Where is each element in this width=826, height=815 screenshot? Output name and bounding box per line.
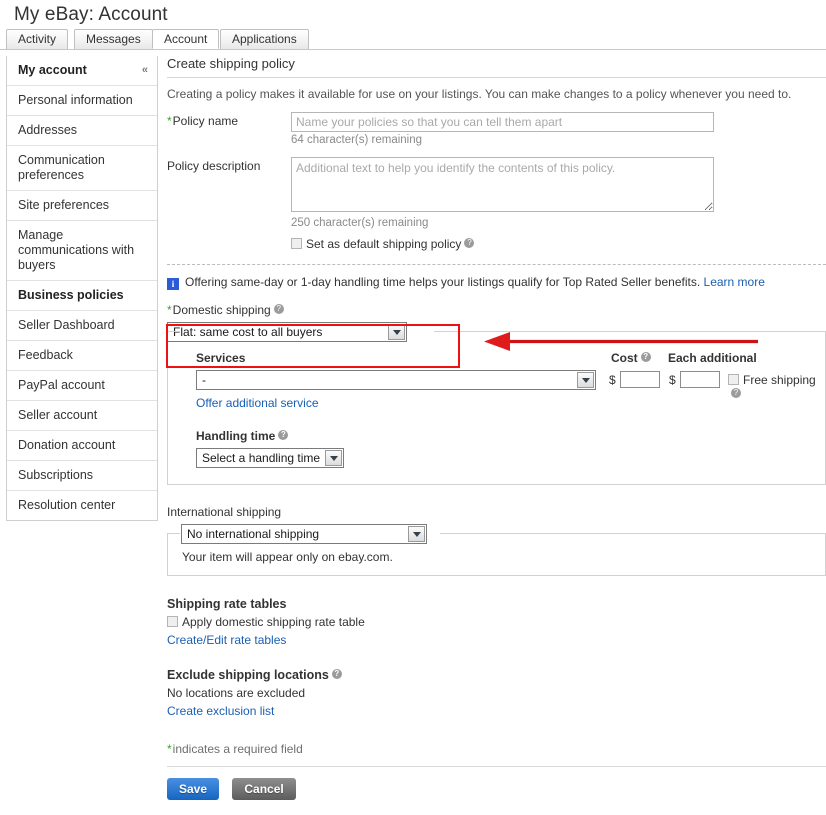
sidebar-item-feedback[interactable]: Feedback xyxy=(7,341,157,371)
main-content: Create shipping policy Creating a policy… xyxy=(167,56,826,800)
help-icon[interactable]: ? xyxy=(464,238,475,248)
intro-text: Creating a policy makes it available for… xyxy=(167,87,792,101)
set-default-shipping-policy-checkbox[interactable] xyxy=(291,238,302,249)
page-title: My eBay: Account xyxy=(14,4,168,25)
cancel-button[interactable]: Cancel xyxy=(232,778,296,800)
set-default-shipping-policy-label: Set as default shipping policy xyxy=(306,237,462,251)
international-note-panel: Your item will appear only on ebay.com. xyxy=(167,533,826,576)
tab-bar: Activity Messages Account Applications xyxy=(0,29,826,50)
each-additional-column-header: Each additional xyxy=(668,351,757,365)
service-selected-value: - xyxy=(202,373,206,387)
handling-time-selected-value: Select a handling time xyxy=(202,451,321,465)
international-shipping-label: International shipping xyxy=(167,505,282,519)
help-icon[interactable]: ? xyxy=(640,352,651,362)
apply-rate-table-row: Apply domestic shipping rate table xyxy=(167,615,826,629)
services-column-header: Services xyxy=(196,351,246,365)
free-shipping-label: Free shipping xyxy=(743,373,816,387)
sidebar-item-resolution-center[interactable]: Resolution center xyxy=(7,491,157,520)
tab-applications[interactable]: Applications xyxy=(220,29,309,49)
sidebar-item-paypal-account[interactable]: PayPal account xyxy=(7,371,157,401)
sidebar-item-subscriptions[interactable]: Subscriptions xyxy=(7,461,157,491)
domestic-shipping-label: *Domestic shipping? xyxy=(167,303,826,317)
policy-name-input[interactable] xyxy=(291,112,714,132)
policy-name-counter: 64 character(s) remaining xyxy=(291,134,423,146)
policy-description-row: Policy description 250 character(s) rema… xyxy=(167,157,826,251)
free-shipping-group: Free shipping? xyxy=(728,373,825,401)
sidebar-item-seller-dashboard[interactable]: Seller Dashboard xyxy=(7,311,157,341)
service-row: - $ $ Free shipping? xyxy=(182,370,825,398)
services-header-row: Services Cost? Each additional xyxy=(182,351,825,367)
default-policy-row: Set as default shipping policy? xyxy=(291,237,826,251)
sidebar-header: My account « xyxy=(7,56,157,86)
help-icon[interactable]: ? xyxy=(273,304,284,314)
service-select[interactable]: - xyxy=(196,370,596,390)
required-asterisk: * xyxy=(167,303,172,317)
free-shipping-checkbox[interactable] xyxy=(728,374,739,385)
help-icon[interactable]: ? xyxy=(278,430,289,440)
international-note: Your item will appear only on ebay.com. xyxy=(182,550,393,564)
sidebar-item-business-policies[interactable]: Business policies xyxy=(7,281,157,311)
sidebar-item-communication-preferences[interactable]: Communication preferences xyxy=(7,146,157,191)
policy-name-label-text: Policy name xyxy=(172,114,239,128)
required-asterisk: * xyxy=(167,742,172,756)
tab-messages[interactable]: Messages xyxy=(74,29,153,49)
required-asterisk: * xyxy=(167,114,172,128)
learn-more-link[interactable]: Learn more xyxy=(704,275,765,289)
domestic-shipping-label-text: Domestic shipping xyxy=(172,303,271,317)
domestic-services-panel: Services Cost? Each additional - $ $ Fre… xyxy=(167,331,826,485)
divider xyxy=(167,264,826,265)
each-additional-input[interactable] xyxy=(680,371,720,388)
sidebar-item-site-preferences[interactable]: Site preferences xyxy=(7,191,157,221)
info-banner-text: Offering same-day or 1-day handling time… xyxy=(185,275,701,289)
section-title: Create shipping policy xyxy=(167,56,826,78)
create-edit-rate-tables-link[interactable]: Create/Edit rate tables xyxy=(167,633,286,647)
shipping-rate-tables-heading: Shipping rate tables xyxy=(167,597,287,611)
cost-currency-symbol: $ xyxy=(609,373,616,387)
app-root: My eBay: Account Activity Messages Accou… xyxy=(0,0,826,815)
help-icon[interactable]: ? xyxy=(731,388,741,398)
collapse-chevrons-icon[interactable]: « xyxy=(142,64,148,76)
chevron-down-icon xyxy=(325,450,342,466)
each-additional-currency-symbol: $ xyxy=(669,373,676,387)
required-field-note: *indicates a required field xyxy=(167,742,826,756)
sidebar-title: My account xyxy=(18,63,87,77)
policy-description-textarea[interactable] xyxy=(291,157,714,212)
form-actions: Save Cancel xyxy=(167,766,826,800)
handling-time-select[interactable]: Select a handling time xyxy=(196,448,344,468)
policy-description-label: Policy description xyxy=(167,159,261,173)
cost-input[interactable] xyxy=(620,371,660,388)
required-field-note-text: indicates a required field xyxy=(172,742,303,756)
sidebar-item-addresses[interactable]: Addresses xyxy=(7,116,157,146)
apply-domestic-rate-table-label: Apply domestic shipping rate table xyxy=(182,615,365,629)
sidebar-item-manage-communications-with-buyers[interactable]: Manage communications with buyers xyxy=(7,221,157,281)
apply-domestic-rate-table-checkbox[interactable] xyxy=(167,616,178,627)
offer-additional-service-link[interactable]: Offer additional service xyxy=(196,396,319,410)
cost-column-header: Cost? xyxy=(611,351,651,365)
help-icon[interactable]: ? xyxy=(331,669,342,679)
policy-name-row: *Policy name 64 character(s) remaining xyxy=(167,112,826,146)
sidebar-item-seller-account[interactable]: Seller account xyxy=(7,401,157,431)
sidebar: My account « Personal information Addres… xyxy=(6,56,158,521)
shipping-rate-tables-group: Shipping rate tables Apply domestic ship… xyxy=(167,597,826,647)
sidebar-item-donation-account[interactable]: Donation account xyxy=(7,431,157,461)
save-button[interactable]: Save xyxy=(167,778,220,800)
tab-account[interactable]: Account xyxy=(152,29,220,49)
exclude-shipping-locations-group: Exclude shipping locations? No locations… xyxy=(167,668,826,718)
policy-name-label: *Policy name xyxy=(167,114,287,128)
exclude-shipping-locations-heading: Exclude shipping locations? xyxy=(167,668,826,682)
policy-description-counter: 250 character(s) remaining xyxy=(291,217,429,229)
info-banner: i Offering same-day or 1-day handling tim… xyxy=(167,275,826,290)
info-icon: i xyxy=(167,278,179,290)
exclude-status-text: No locations are excluded xyxy=(167,686,306,700)
handling-time-label: Handling time? xyxy=(196,429,825,443)
tab-activity[interactable]: Activity xyxy=(6,29,69,49)
create-exclusion-list-link[interactable]: Create exclusion list xyxy=(167,704,274,718)
sidebar-item-personal-information[interactable]: Personal information xyxy=(7,86,157,116)
chevron-down-icon xyxy=(577,372,594,388)
